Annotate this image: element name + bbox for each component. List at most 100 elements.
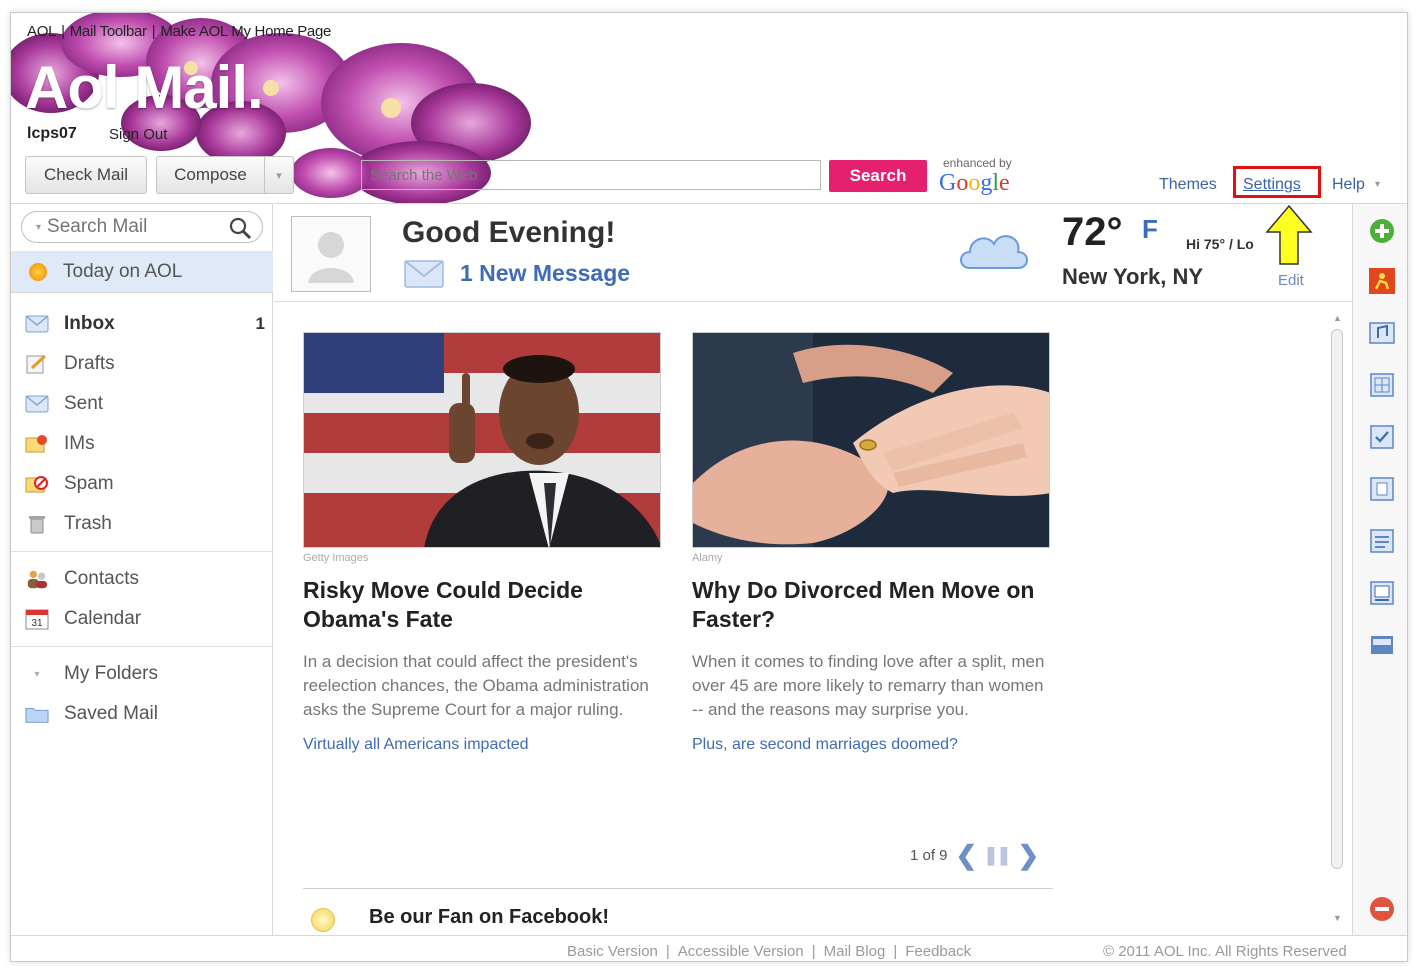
- new-message-link[interactable]: 1 New Message: [460, 260, 630, 287]
- sidebar: ▾ Today on AOL Inbox 1 Drafts Sent: [11, 203, 273, 935]
- chevron-down-icon: ▾: [276, 169, 282, 182]
- sidebar-item-label: Spam: [64, 473, 114, 494]
- notes-icon[interactable]: [1367, 474, 1397, 504]
- contacts-icon: [25, 569, 49, 589]
- unread-count: 1: [255, 314, 265, 333]
- chevron-down-icon: ▾: [1375, 179, 1381, 190]
- music-icon[interactable]: [1367, 318, 1397, 348]
- search-icon[interactable]: [228, 216, 252, 240]
- compose-dropdown-button[interactable]: ▾: [264, 156, 294, 194]
- enhanced-by-label: enhanced by: [943, 156, 1012, 170]
- pause-icon[interactable]: ❚❚: [983, 845, 1011, 866]
- username: lcps07: [27, 125, 77, 142]
- accessible-version-link[interactable]: Accessible Version: [678, 943, 804, 960]
- scroll-down-icon[interactable]: ▼: [1333, 913, 1342, 923]
- search-mail-box: ▾: [21, 211, 263, 243]
- pager-count: 1 of 9: [910, 847, 948, 864]
- sidebar-item-ims[interactable]: IMs: [11, 424, 273, 464]
- sidebar-item-saved-mail[interactable]: Saved Mail: [11, 694, 273, 734]
- sidebar-item-label: Contacts: [64, 568, 139, 589]
- avatar[interactable]: [291, 216, 371, 292]
- sidebar-item-inbox[interactable]: Inbox 1: [11, 304, 273, 344]
- sidebar-item-today[interactable]: Today on AOL: [11, 251, 273, 293]
- header: AOL | Mail Toolbar | Make AOL My Home Page A…: [11, 13, 1407, 203]
- compose-button[interactable]: Compose: [156, 156, 264, 194]
- sent-icon: [25, 394, 49, 414]
- sidebar-item-label: Sent: [64, 393, 104, 414]
- sidebar-item-calendar[interactable]: 31 Calendar: [11, 599, 273, 639]
- check-mail-button[interactable]: Check Mail: [25, 156, 147, 194]
- facebook-promo-title[interactable]: Be our Fan on Facebook!: [369, 906, 609, 929]
- envelope-icon: [404, 260, 444, 288]
- scroll-up-icon[interactable]: ▲: [1333, 313, 1342, 323]
- promo-icon: [311, 908, 335, 932]
- story-title[interactable]: Risky Move Could Decide Obama's Fate: [303, 576, 661, 634]
- weather-edit-link[interactable]: Edit: [1278, 272, 1304, 289]
- user-silhouette-icon: [308, 232, 354, 283]
- add-icon[interactable]: [1367, 216, 1397, 246]
- copyright: © 2011 AOL Inc. All Rights Reserved: [1103, 943, 1347, 960]
- sidebar-item-my-folders[interactable]: ▾ My Folders: [11, 654, 273, 694]
- web-search-input[interactable]: [361, 160, 821, 190]
- grid-icon[interactable]: [1367, 370, 1397, 400]
- greeting-title: Good Evening!: [402, 216, 616, 249]
- photos-icon[interactable]: [1367, 578, 1397, 608]
- spam-icon: [25, 474, 49, 494]
- sidebar-item-contacts[interactable]: Contacts: [11, 559, 273, 599]
- sign-out-link[interactable]: Sign Out: [109, 126, 167, 143]
- chevron-down-icon[interactable]: ▾: [25, 664, 49, 684]
- hi-lo-temperature: Hi 75° / Lo: [1186, 236, 1254, 252]
- settings-link[interactable]: Settings: [1243, 176, 1301, 194]
- sidebar-item-trash[interactable]: Trash: [11, 504, 273, 544]
- mail-toolbar-link[interactable]: Mail Toolbar: [70, 23, 147, 40]
- chevron-down-icon[interactable]: ▾: [36, 222, 41, 233]
- basic-version-link[interactable]: Basic Version: [567, 943, 658, 960]
- news-story: Alamy Why Do Divorced Men Move on Faster…: [692, 332, 1050, 754]
- remove-icon[interactable]: [1367, 894, 1397, 924]
- sun-icon: [29, 262, 47, 281]
- chevron-left-icon[interactable]: ❮: [956, 840, 978, 871]
- scrollbar[interactable]: ▲ ▼: [1329, 313, 1345, 935]
- games-icon[interactable]: [1367, 266, 1397, 296]
- divider: [11, 551, 273, 552]
- image-credit: Alamy: [692, 552, 723, 564]
- story-title[interactable]: Why Do Divorced Men Move on Faster?: [692, 576, 1050, 634]
- sidebar-item-label: Trash: [64, 513, 112, 534]
- footer: Basic Version | Accessible Version | Mail Bl…: [11, 935, 1407, 961]
- chevron-right-icon[interactable]: ❯: [1018, 840, 1040, 871]
- make-homepage-link[interactable]: Make AOL My Home Page: [160, 23, 331, 40]
- story-link[interactable]: Virtually all Americans impacted: [303, 736, 661, 754]
- sidebar-item-spam[interactable]: Spam: [11, 464, 273, 504]
- folder-list: Inbox 1 Drafts Sent IMs Spam Trash Conta…: [11, 304, 273, 734]
- sidebar-item-label: My Folders: [64, 663, 158, 684]
- temperature-unit: F: [1142, 214, 1158, 244]
- help-link[interactable]: Help: [1332, 176, 1365, 194]
- aol-link[interactable]: AOL: [27, 23, 56, 40]
- search-mail-input[interactable]: [47, 216, 218, 238]
- sidebar-item-label: Calendar: [64, 608, 142, 629]
- arrow-up-icon: [1265, 204, 1313, 265]
- story-image[interactable]: [303, 332, 661, 548]
- news-icon[interactable]: [1367, 526, 1397, 556]
- search-button[interactable]: Search: [829, 160, 927, 192]
- aol-mail-logo[interactable]: Aol Mail.: [25, 53, 264, 122]
- sidebar-item-label: Inbox: [64, 313, 115, 334]
- story-image[interactable]: [692, 332, 1050, 548]
- tasks-icon[interactable]: [1367, 422, 1397, 452]
- sidebar-item-drafts[interactable]: Drafts: [11, 344, 273, 384]
- sidebar-item-label: Today on AOL: [63, 260, 183, 282]
- story-link[interactable]: Plus, are second marriages doomed?: [692, 736, 1050, 754]
- pencil-icon: [25, 354, 49, 374]
- svg-text:31: 31: [31, 618, 43, 629]
- divider: [303, 888, 1053, 889]
- scrollbar-thumb[interactable]: [1331, 329, 1343, 869]
- folder-icon: [25, 704, 49, 724]
- sidebar-item-sent[interactable]: Sent: [11, 384, 273, 424]
- mail-blog-link[interactable]: Mail Blog: [824, 943, 886, 960]
- cloud-icon: [960, 235, 1028, 269]
- divider: [11, 646, 273, 647]
- feedback-link[interactable]: Feedback: [905, 943, 971, 960]
- themes-link[interactable]: Themes: [1159, 176, 1217, 194]
- aim-icon[interactable]: [1367, 630, 1397, 660]
- top-links: AOL | Mail Toolbar | Make AOL My Home Page: [27, 23, 332, 40]
